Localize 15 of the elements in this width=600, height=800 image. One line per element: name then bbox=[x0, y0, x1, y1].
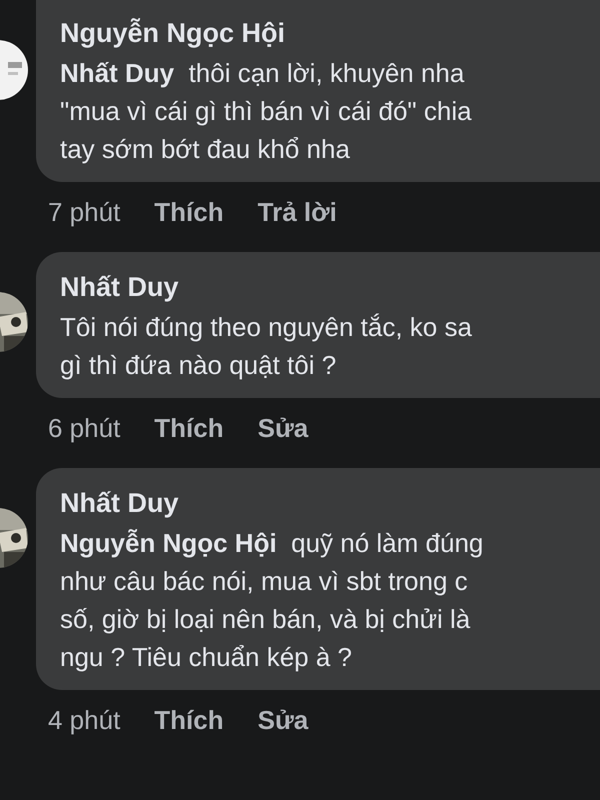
author-name[interactable]: Nguyễn Ngọc Hội bbox=[60, 14, 286, 52]
comment-time: 4 phút bbox=[48, 704, 120, 736]
author-name[interactable]: Nhất Duy bbox=[60, 268, 179, 306]
comment-text: Nguyễn Ngọc Hội quỹ nó làm đúng như câu bác nói, mua vì sbt trong c số, giờ bị loại nên bán, và bị chửi là ngu ? Tiêu chuẩn kép à ? bbox=[60, 527, 484, 674]
action-link[interactable]: Thích bbox=[154, 704, 224, 736]
action-link[interactable]: Trả lời bbox=[258, 196, 337, 228]
author-name[interactable]: Nhất Duy bbox=[60, 484, 179, 522]
action-link[interactable]: Sửa bbox=[258, 412, 308, 444]
action-link[interactable]: Sửa bbox=[258, 704, 308, 736]
comment-text: Tôi nói đúng theo nguyên tắc, ko sa gì thì đứa nào quật tôi ? bbox=[60, 311, 472, 382]
action-link[interactable]: Thích bbox=[154, 196, 224, 228]
action-link[interactable]: Thích bbox=[154, 412, 224, 444]
comment-time: 6 phút bbox=[48, 412, 120, 444]
comment-text: Nhất Duy thôi cạn lời, khuyên nha "mua vì cái gì thì bán vì cái đó" chia tay sớm bớt đau khổ nha bbox=[60, 57, 472, 166]
comment-time: 7 phút bbox=[48, 196, 120, 228]
